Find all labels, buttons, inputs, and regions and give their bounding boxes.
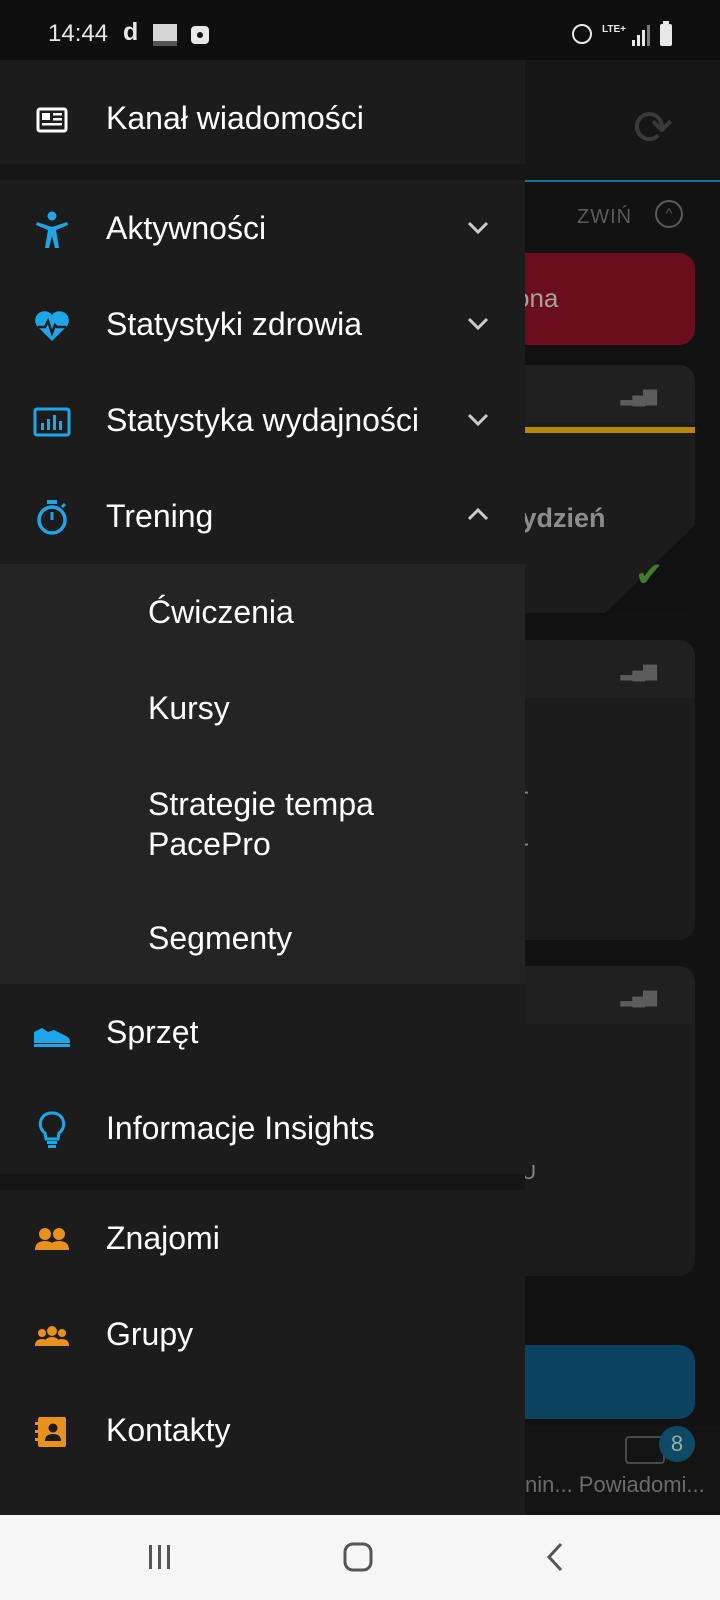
stopwatch-icon [32,498,72,538]
alarm-icon [572,24,592,44]
drawer-item-label: Statystyki zdrowia [106,306,363,342]
drawer-item-health-stats[interactable]: Statystyki zdrowia [0,276,525,372]
drawer-item-label: Znajomi [106,1220,220,1256]
collapse-label: ZWIŃ [577,206,633,228]
drawer-item-news-feed[interactable]: Kanał wiadomości [0,70,525,166]
chevron-down-icon [462,403,494,435]
status-bar: 14:44 d LTE+ [0,0,720,60]
drawer-item-performance-stats[interactable]: Statystyka wydajności [0,372,525,468]
lightbulb-icon [32,1110,72,1150]
drawer-item-contacts[interactable]: Kontakty [0,1382,525,1478]
friends-icon [32,1220,72,1260]
drawer-item-label: Sprzęt [106,1014,199,1050]
background-topbar: ⟳ [525,60,720,182]
collapse-icon: ^ [655,200,683,228]
drawer-item-label: Kanał wiadomości [106,100,364,136]
bar-chart-icon: ▂▄▆ [620,385,657,405]
contacts-book-icon [32,1412,72,1452]
recents-icon[interactable] [138,1535,182,1579]
network-type-icon: LTE+ [602,24,626,35]
chevron-down-icon [462,307,494,339]
chevron-down-icon [462,211,494,243]
divider [0,1174,525,1190]
drawer-item-label: Grupy [106,1316,194,1352]
drawer-item-friends[interactable]: Znajomi [0,1190,525,1286]
drawer-item-gear[interactable]: Sprzęt [0,984,525,1080]
back-icon[interactable] [534,1535,578,1579]
drawer-item-training[interactable]: Trening [0,468,525,564]
stats-card-3: ▂▄▆ DU n [525,966,695,1276]
drawer-item-activities[interactable]: Aktywności [0,180,525,276]
bottom-tabs: 8 nin... Powiadomi... [525,1426,720,1515]
refresh-icon: ⟳ [633,102,674,155]
alert-card: ona [525,253,695,345]
status-time: 14:44 [48,20,109,47]
recorder-icon [191,26,209,44]
signal-icon [632,24,650,46]
card-text: /tydzień [525,503,606,533]
carrier-icon: d [123,18,139,46]
check-icon: ✔ [635,556,664,594]
chevron-up-icon [462,499,494,531]
person-activity-icon [32,210,72,250]
submenu-item-courses[interactable]: Kursy [148,690,230,727]
drawer-item-label: Informacje Insights [106,1110,375,1146]
drawer-item-label: Aktywności [106,210,267,246]
training-submenu: Ćwiczenia Kursy Strategie tempa PacePro … [0,564,525,984]
background-app: ⟳ ZWIŃ ^ ona ▂▄▆ /tydzień ✔ ▂▄▆ - - ▂▄▆ … [525,60,720,1515]
system-nav-bar [0,1515,720,1600]
shoe-icon [32,1014,72,1054]
divider [0,164,525,180]
battery-icon [660,21,672,46]
drawer-item-label: Kontakty [106,1412,231,1448]
heart-pulse-icon [32,306,72,346]
orange-app-icon [153,24,177,46]
bar-chart-icon: ▂▄▆ [620,660,657,680]
stats-card-2: ▂▄▆ - - [525,640,695,940]
navigation-drawer: Kanał wiadomości Aktywności Statystyki z… [0,60,525,1515]
progress-line [525,427,695,433]
submenu-item-segments[interactable]: Segmenty [148,920,292,957]
drawer-item-groups[interactable]: Grupy [0,1286,525,1382]
notification-badge: 8 [659,1426,695,1462]
drawer-item-label: Statystyka wydajności [106,402,420,438]
bar-chart-icon: ▂▄▆ [620,986,657,1006]
stats-card: ▂▄▆ /tydzień ✔ [525,365,695,613]
home-icon[interactable] [336,1535,380,1579]
submenu-item-pacepro[interactable]: Strategie tempa PacePro [148,784,374,864]
groups-icon [32,1316,72,1356]
drawer-item-label: Trening [106,498,214,534]
drawer-item-insights[interactable]: Informacje Insights [0,1080,525,1176]
performance-chart-icon [32,402,72,442]
alert-card-text: ona [525,283,559,313]
action-button [525,1345,695,1419]
submenu-item-workouts[interactable]: Ćwiczenia [148,594,294,631]
bottom-tab-labels: nin... Powiadomi... [525,1472,705,1497]
newspaper-icon [32,100,72,140]
